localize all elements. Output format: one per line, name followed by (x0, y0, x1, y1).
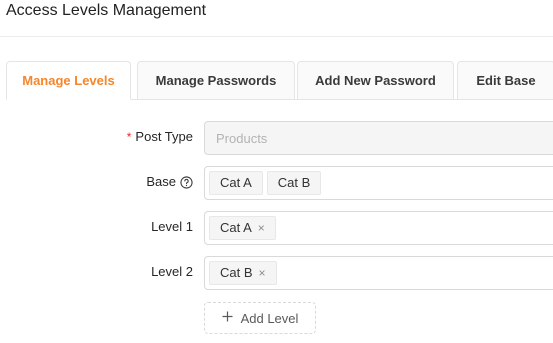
level-1-select[interactable]: Cat A × (204, 211, 553, 245)
tab-edit-base[interactable]: Edit Base (457, 61, 553, 100)
close-icon[interactable]: × (258, 217, 265, 239)
level-2-tag-label: Cat B (220, 265, 253, 280)
level-2-tag: Cat B × (209, 261, 277, 285)
level-2-label-text: Level 2 (151, 264, 193, 279)
base-tag-cat-a: Cat A (209, 171, 263, 195)
tab-add-new-password[interactable]: Add New Password (297, 61, 454, 100)
base-select[interactable]: Cat A Cat B (204, 166, 553, 200)
close-icon[interactable]: × (259, 262, 266, 284)
level-1-tag-label: Cat A (220, 220, 252, 235)
level-2-label: Level 2 (151, 262, 193, 282)
tab-manage-passwords[interactable]: Manage Passwords (137, 61, 295, 100)
add-level-label: Add Level (240, 310, 299, 326)
base-tag-cat-b: Cat B (266, 171, 322, 195)
tab-bar: Manage Levels Manage Passwords Add New P… (6, 61, 553, 100)
level-2-select[interactable]: Cat B × (204, 256, 553, 290)
level-1-tag: Cat A × (209, 216, 276, 240)
header-divider (0, 36, 553, 37)
post-type-label-text: Post Type (135, 129, 193, 144)
add-level-button[interactable]: Add Level (204, 302, 316, 334)
page-title: Access Levels Management (6, 2, 207, 19)
base-label-text: Base (146, 174, 176, 189)
level-1-label-text: Level 1 (151, 219, 193, 234)
required-mark: * (126, 130, 132, 144)
post-type-label: * Post Type (127, 127, 193, 147)
post-type-placeholder: Products (216, 130, 268, 146)
base-label: Base (146, 172, 193, 192)
question-circle-icon[interactable] (180, 175, 193, 189)
tab-manage-levels[interactable]: Manage Levels (6, 61, 131, 100)
level-1-label: Level 1 (151, 217, 193, 237)
post-type-select: Products (204, 121, 553, 155)
plus-icon (222, 310, 233, 326)
